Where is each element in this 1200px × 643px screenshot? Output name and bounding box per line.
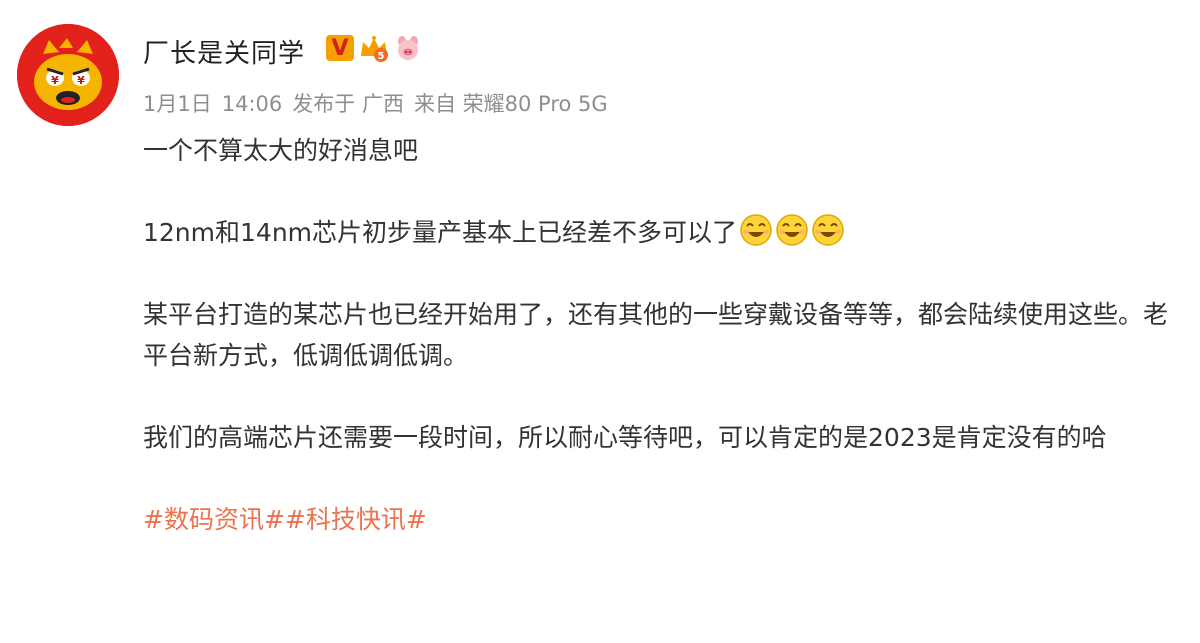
post-source: 来自 荣耀80 Pro 5G [413, 92, 608, 116]
user-badges: V 5 [326, 34, 422, 62]
post-content: 一个不算太大的好消息吧 12nm和14nm芯片初步量产基本上已经差不多可以了 某… [143, 130, 1168, 540]
post-paragraph: 我们的高端芯片还需要一段时间，所以耐心等待吧，可以肯定的是2023是肯定没有的哈 [143, 423, 1107, 452]
smile-emoji-icon [776, 214, 808, 246]
vip-level: 5 [378, 51, 385, 62]
verified-badge[interactable]: V [326, 35, 354, 61]
post-date[interactable]: 1月1日 [143, 92, 212, 116]
svg-text:¥: ¥ [51, 74, 59, 87]
tiger-mascot-icon: ¥ ¥ [17, 24, 119, 126]
hashtag-link[interactable]: #数码资讯# [143, 505, 285, 534]
post-paragraph: 某平台打造的某芯片也已经开始用了，还有其他的一些穿戴设备等等，都会陆续使用这些。… [143, 300, 1169, 370]
post-meta: 1月1日 14:06 发布于 广西 来自 荣耀80 Pro 5G [143, 88, 618, 118]
avatar[interactable]: ¥ ¥ [17, 24, 119, 126]
post-location: 发布于 广西 [292, 92, 404, 116]
smile-emoji-icon [812, 214, 844, 246]
username[interactable]: 厂长是关同学 [143, 33, 305, 70]
post-line: 一个不算太大的好消息吧 [143, 136, 419, 165]
hashtag-row: #数码资讯##科技快讯# [143, 499, 1168, 540]
emoji-group [737, 214, 845, 247]
svg-text:¥: ¥ [77, 74, 85, 87]
hashtag-link[interactable]: #科技快讯# [285, 505, 427, 534]
post-time[interactable]: 14:06 [222, 92, 283, 116]
smile-emoji-icon [740, 214, 772, 246]
pig-badge-icon[interactable] [394, 34, 422, 62]
post-text: 12nm和14nm芯片初步量产基本上已经差不多可以了 [143, 218, 738, 247]
vip-crown-icon[interactable]: 5 [358, 34, 390, 62]
post-line: 12nm和14nm芯片初步量产基本上已经差不多可以了 [143, 212, 1168, 253]
